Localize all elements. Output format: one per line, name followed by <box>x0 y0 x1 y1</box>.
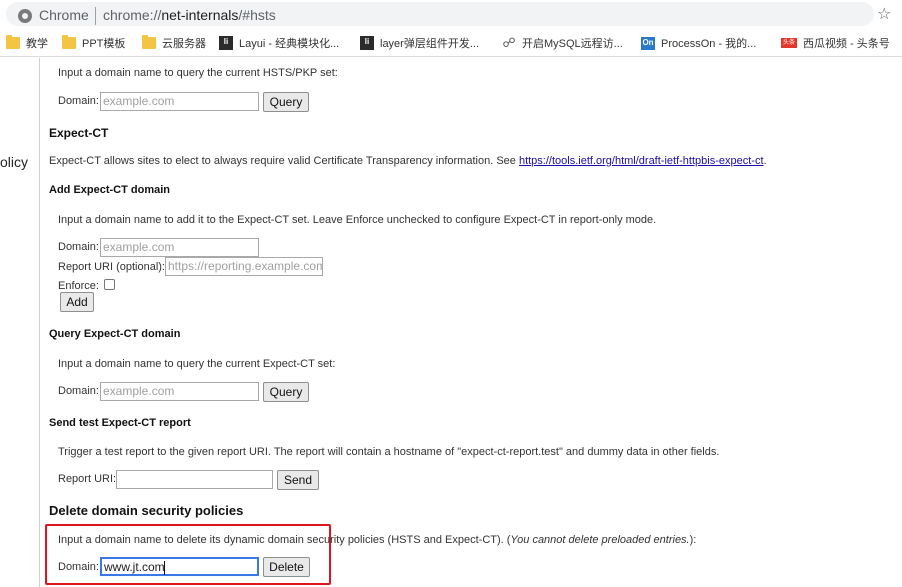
add-expect-ct-domain-input[interactable]: example.com <box>100 238 259 257</box>
expect-ct-description-text: Expect-CT allows sites to elect to alway… <box>49 155 519 167</box>
sidebar-item-partial[interactable]: olicy <box>0 154 28 170</box>
send-test-report-prompt: Trigger a test report to the given repor… <box>58 446 720 458</box>
add-expect-ct-report-uri-input[interactable]: https://reporting.example.com <box>165 257 323 276</box>
bookmark-item[interactable]: 头条 西瓜视频 - 头条号 <box>781 34 890 52</box>
bookmark-star-icon[interactable]: ☆ <box>877 4 891 24</box>
address-url[interactable]: chrome://net-internals/#hsts <box>103 7 276 23</box>
address-separator <box>95 7 96 25</box>
delete-domain-input[interactable]: www.jt.com <box>100 557 259 576</box>
layui-favicon: li <box>219 36 233 50</box>
address-bar[interactable]: Chrome chrome://net-internals/#hsts <box>6 2 874 26</box>
hsts-query-prompt: Input a domain name to query the current… <box>58 67 338 79</box>
browser-toolbar: Chrome chrome://net-internals/#hsts ☆ <box>0 0 902 28</box>
bookmark-item[interactable]: li layer弹层组件开发... <box>360 34 479 52</box>
hsts-query-button[interactable]: Query <box>263 92 309 112</box>
send-test-report-button[interactable]: Send <box>277 470 319 490</box>
query-expect-ct-domain-input[interactable]: example.com <box>100 382 259 401</box>
bookmark-label: Layui - 经典模块化... <box>239 38 340 50</box>
bookmarks-bar: 教学 PPT模板 云服务器 li Layui - 经典模块化... li lay… <box>0 28 902 57</box>
delete-domain-label: Domain: <box>58 561 99 573</box>
delete-prompt-note: You cannot delete preloaded entries. <box>510 534 690 546</box>
report-uri-optional-label: Report URI (optional): <box>58 261 165 273</box>
delete-policies-prompt: Input a domain name to delete its dynami… <box>58 534 696 546</box>
expect-ct-spec-link[interactable]: https://tools.ietf.org/html/draft-ietf-h… <box>519 155 764 167</box>
folder-icon <box>6 35 20 49</box>
text-caret <box>164 561 165 575</box>
folder-icon <box>62 35 76 49</box>
query-domain-label: Domain: <box>58 385 99 397</box>
folder-icon <box>142 35 156 49</box>
net-internals-page: olicy Input a domain name to query the c… <box>0 58 902 587</box>
expect-ct-description: Expect-CT allows sites to elect to alway… <box>49 155 767 167</box>
delete-prompt-end: ): <box>689 534 697 546</box>
add-domain-label: Domain: <box>58 241 99 253</box>
bookmark-item[interactable]: On ProcessOn - 我的... <box>641 34 756 52</box>
bookmark-item[interactable]: li Layui - 经典模块化... <box>219 34 339 52</box>
bookmark-item[interactable]: ☍ 开启MySQL远程访... <box>502 34 623 52</box>
link-icon: ☍ <box>502 35 516 50</box>
bookmark-item[interactable]: PPT模板 <box>62 34 125 52</box>
sidebar-divider <box>39 58 40 587</box>
query-expect-ct-heading: Query Expect-CT domain <box>49 328 181 340</box>
page-origin-label: Chrome <box>39 7 89 23</box>
report-uri-label: Report URI: <box>58 473 117 485</box>
processon-favicon: On <box>641 36 655 50</box>
expect-ct-heading: Expect-CT <box>49 126 109 140</box>
bookmark-label: 开启MySQL远程访... <box>522 38 623 50</box>
hsts-domain-label: Domain: <box>58 95 99 107</box>
bookmark-label: layer弹层组件开发... <box>380 38 480 50</box>
test-report-uri-input[interactable] <box>116 470 273 489</box>
add-expect-ct-button[interactable]: Add <box>60 292 94 312</box>
enforce-checkbox[interactable] <box>104 279 115 290</box>
url-prefix: chrome:// <box>103 7 162 23</box>
toutiao-favicon: 头条 <box>781 38 797 48</box>
chrome-page-icon <box>18 9 32 23</box>
send-test-report-heading: Send test Expect-CT report <box>49 417 191 429</box>
url-host: net-internals <box>161 7 239 23</box>
bookmark-label: ProcessOn - 我的... <box>661 38 757 50</box>
delete-prompt-text: Input a domain name to delete its dynami… <box>58 534 511 546</box>
bookmark-label: 云服务器 <box>162 38 206 50</box>
query-expect-ct-prompt: Input a domain name to query the current… <box>58 358 336 370</box>
delete-button[interactable]: Delete <box>263 557 310 577</box>
bookmark-label: PPT模板 <box>82 38 126 50</box>
query-expect-ct-button[interactable]: Query <box>263 382 309 402</box>
bookmark-item[interactable]: 云服务器 <box>142 34 206 52</box>
expect-ct-description-end: . <box>763 155 767 167</box>
layui-favicon: li <box>360 36 374 50</box>
bookmark-label: 西瓜视频 - 头条号 <box>803 38 890 50</box>
bookmark-label: 教学 <box>26 38 48 50</box>
add-expect-ct-prompt: Input a domain name to add it to the Exp… <box>58 214 657 226</box>
enforce-label: Enforce: <box>58 280 99 292</box>
add-expect-ct-heading: Add Expect-CT domain <box>49 184 171 196</box>
delete-policies-heading: Delete domain security policies <box>49 503 244 518</box>
bookmark-item[interactable]: 教学 <box>6 34 48 52</box>
hsts-query-domain-input[interactable]: example.com <box>100 92 259 111</box>
url-path: /#hsts <box>238 7 276 23</box>
